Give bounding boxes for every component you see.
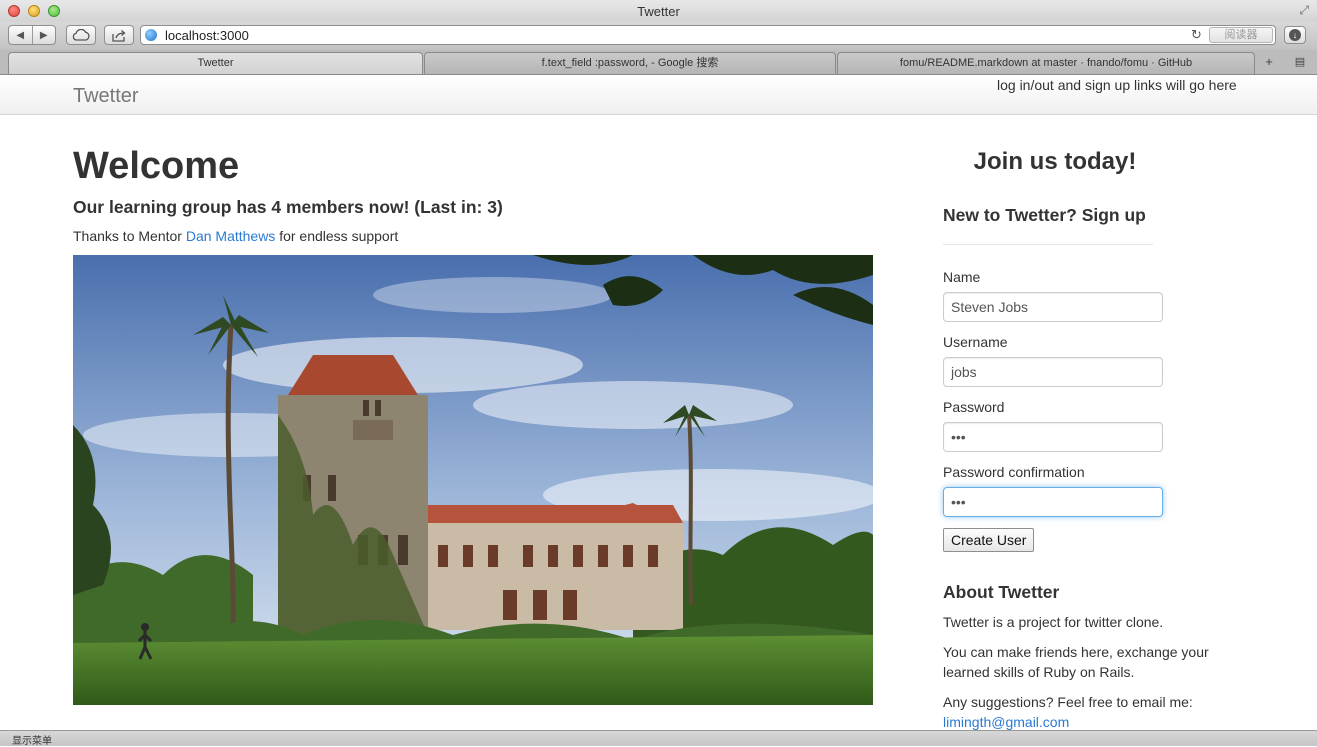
fullscreen-icon[interactable]: ⤢	[1299, 3, 1309, 18]
password-input[interactable]	[943, 422, 1163, 452]
tab-list-icon[interactable]: ▤	[1287, 53, 1313, 73]
about-paragraph-2: You can make friends here, exchange your…	[943, 644, 1209, 680]
status-bar: 显示菜单	[0, 730, 1317, 747]
page-title: Welcome	[73, 145, 240, 187]
tab-twetter[interactable]: Twetter	[8, 52, 423, 74]
username-label: Username	[943, 334, 1008, 350]
username-input[interactable]	[943, 357, 1163, 387]
thanks-prefix: Thanks to Mentor	[73, 228, 186, 244]
back-button[interactable]: ◀	[9, 30, 32, 41]
password-label: Password	[943, 399, 1005, 415]
reload-icon[interactable]: ↻	[1191, 27, 1202, 43]
back-forward-buttons: ◀ ▶	[8, 25, 56, 45]
campus-photo-illustration	[73, 255, 873, 705]
create-user-button[interactable]: Create User	[943, 528, 1035, 552]
name-label: Name	[943, 269, 981, 285]
campus-photo	[73, 255, 873, 705]
tab-github-readme[interactable]: fomu/README.markdown at master · fnando/…	[837, 52, 1255, 74]
about-paragraph-3: Any suggestions? Feel free to email me: l…	[943, 692, 1243, 732]
mentor-link[interactable]: Dan Matthews	[186, 228, 275, 244]
about-contact-text: Any suggestions? Feel free to email me:	[943, 694, 1193, 710]
about-paragraph-1: Twetter is a project for twitter clone.	[943, 614, 1164, 630]
site-navbar: Twetter log in/out and sign up links wil…	[0, 75, 1317, 115]
forward-button[interactable]: ▶	[33, 30, 56, 41]
new-tab-button[interactable]: +	[1257, 53, 1281, 73]
address-bar[interactable]: localhost:3000 ↻ 阅读器	[140, 25, 1276, 45]
reader-button[interactable]: 阅读器	[1209, 27, 1273, 43]
cloud-icon	[72, 29, 90, 41]
thanks-suffix: for endless support	[275, 228, 399, 244]
about-title: About Twetter	[943, 582, 1060, 602]
share-button[interactable]	[104, 25, 134, 45]
section-divider	[943, 244, 1153, 245]
join-title: Join us today!	[973, 148, 1137, 175]
status-text: 显示菜单	[12, 736, 52, 747]
site-brand[interactable]: Twetter	[73, 85, 139, 108]
password-confirmation-input[interactable]	[943, 487, 1163, 517]
signup-title: New to Twetter? Sign up	[943, 205, 1146, 225]
window-title: Twetter	[637, 4, 680, 19]
tab-google-search[interactable]: f.text_field :password, - Google 搜索	[424, 52, 836, 74]
window-titlebar: Twetter ⤢	[0, 0, 1317, 22]
downloads-button[interactable]: ↓	[1284, 26, 1306, 44]
password-confirmation-label: Password confirmation	[943, 464, 1085, 480]
globe-icon	[145, 29, 157, 41]
share-icon	[112, 29, 126, 42]
email-link[interactable]: limingth@gmail.com	[943, 714, 1069, 730]
nav-links-placeholder: log in/out and sign up links will go her…	[997, 77, 1237, 93]
icloud-tabs-button[interactable]	[66, 25, 96, 45]
thanks-line: Thanks to Mentor Dan Matthews for endles…	[73, 227, 398, 245]
url-text[interactable]: localhost:3000	[165, 28, 249, 43]
members-count-heading: Our learning group has 4 members now! (L…	[73, 197, 503, 217]
download-icon: ↓	[1289, 29, 1301, 41]
name-input[interactable]	[943, 292, 1163, 322]
